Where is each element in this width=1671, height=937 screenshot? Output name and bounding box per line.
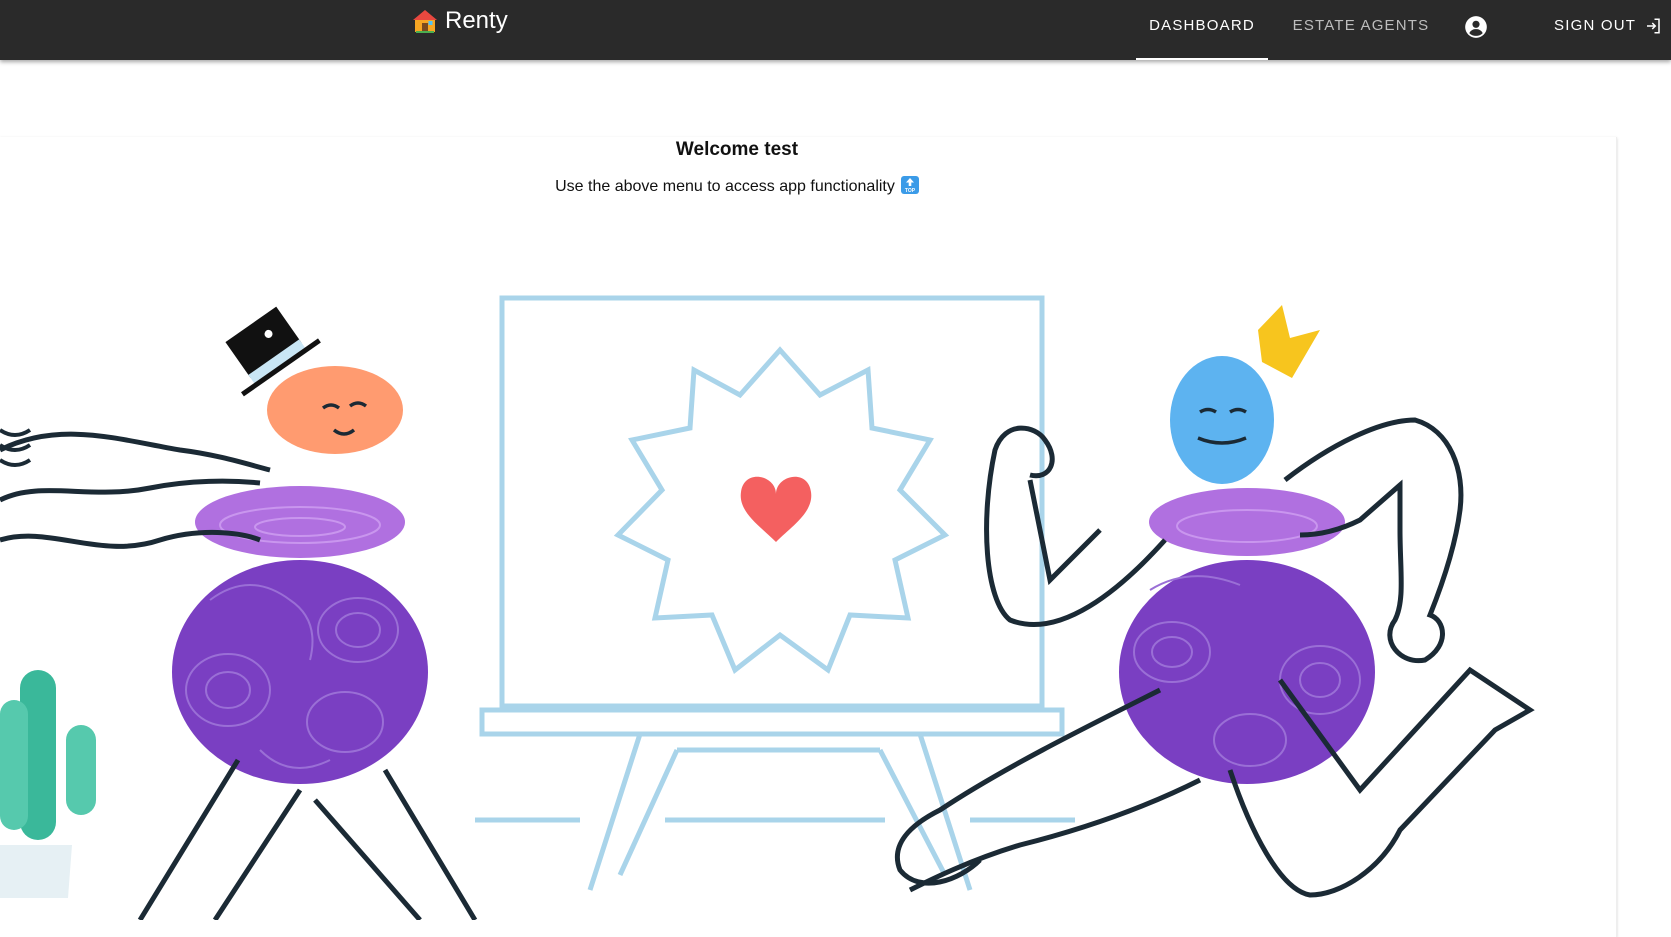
- top-arrow-icon: TOP: [900, 176, 919, 194]
- house-icon: [413, 10, 437, 33]
- heart-icon: [740, 476, 812, 542]
- brand-logo[interactable]: Renty: [411, 7, 508, 35]
- svg-text:TOP: TOP: [905, 188, 916, 194]
- cactus-icon: [0, 670, 96, 898]
- tab-estate-agents[interactable]: Estate Agents: [1281, 0, 1441, 60]
- welcome-subtitle: Use the above menu to access app functio…: [0, 176, 1474, 196]
- brand-title: Renty: [445, 7, 508, 34]
- left-figure: [0, 306, 478, 920]
- sign-out-label: Sign out: [1554, 17, 1637, 34]
- welcome-heading: Welcome test: [675, 139, 799, 160]
- right-figure: [894, 305, 1535, 898]
- easel: [475, 295, 1075, 891]
- app-bar: Renty Dashboard Estate Agents Sign out: [0, 0, 1671, 60]
- celebration-illustration: [0, 295, 1535, 920]
- subtitle-text: Use the above menu to access app functio…: [555, 178, 895, 195]
- tab-dashboard[interactable]: Dashboard: [1136, 0, 1268, 60]
- crown-icon: [1258, 305, 1320, 378]
- logout-icon: [1647, 18, 1660, 34]
- account-circle-icon[interactable]: [1463, 14, 1489, 40]
- sign-out-button[interactable]: Sign out: [1554, 0, 1662, 52]
